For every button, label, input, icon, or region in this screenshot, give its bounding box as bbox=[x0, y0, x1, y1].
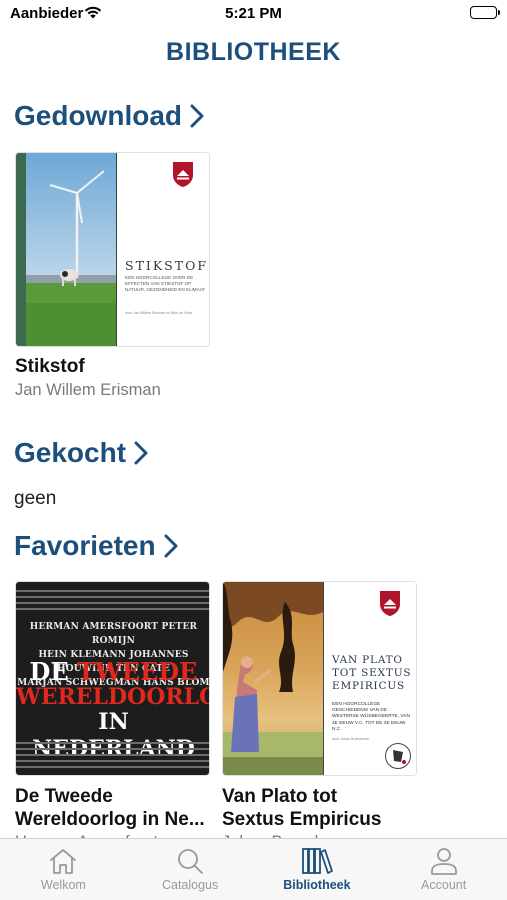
book-stikstof[interactable]: STIKSTOF Een hoorcollege over de effecte… bbox=[15, 152, 210, 399]
section-favorites-header[interactable]: Favorieten bbox=[14, 530, 178, 562]
book-tweede-wereldoorlog[interactable]: HERMAN AMERSFOORT PETER ROMIJN HEIN KLEM… bbox=[15, 581, 210, 851]
status-bar: Aanbieder 5:21 PM bbox=[0, 0, 507, 30]
cover-title-line: EMPIRICUS bbox=[332, 680, 405, 692]
cover-title-line2: WERELDOORLOG bbox=[16, 684, 209, 710]
cover-title: STIKSTOF bbox=[125, 258, 208, 273]
tab-catalogus[interactable]: Catalogus bbox=[127, 839, 254, 900]
tab-welkom[interactable]: Welkom bbox=[0, 839, 127, 900]
cover-text-panel: VAN PLATO TOT SEXTUS EMPIRICUS Een hoorc… bbox=[323, 582, 416, 775]
cover-title-line: TOT SEXTUS bbox=[332, 667, 412, 679]
cover-subtitle: Een hoorcollege over de effecten van sti… bbox=[125, 275, 206, 292]
section-purchased-title: Gekocht bbox=[14, 437, 127, 468]
tab-label: Welkom bbox=[40, 878, 86, 892]
house-icon bbox=[50, 849, 77, 874]
chevron-right-icon bbox=[190, 104, 204, 128]
section-purchased-header[interactable]: Gekocht bbox=[14, 437, 148, 469]
book-van-plato[interactable]: VAN PLATO TOT SEXTUS EMPIRICUS Een hoorc… bbox=[222, 581, 417, 851]
section-downloaded-header[interactable]: Gedownload bbox=[14, 100, 204, 132]
tab-label: Account bbox=[421, 878, 467, 892]
book-title: De Tweede bbox=[15, 786, 113, 807]
purchased-empty-text: geen bbox=[14, 488, 57, 509]
book-title-line2: Wereldoorlog in Ne... bbox=[15, 809, 205, 830]
section-favorites-title: Favorieten bbox=[14, 530, 156, 561]
tab-label: Bibliotheek bbox=[283, 878, 351, 892]
clock: 5:21 PM bbox=[225, 5, 282, 22]
book-cover: STIKSTOF Een hoorcollege over de effecte… bbox=[15, 152, 210, 347]
tab-bar: Welkom Catalogus Bibliotheek Account bbox=[0, 838, 507, 900]
cover-subtitle: Een hoorcollege geschiedenis van de west… bbox=[332, 702, 410, 732]
cover-image bbox=[16, 153, 116, 346]
cover-title-line: VAN PLATO bbox=[332, 654, 403, 666]
cover-title-part: DE bbox=[29, 657, 77, 686]
cover-title-line1: DE TWEEDE bbox=[16, 657, 209, 686]
publisher-seal bbox=[385, 743, 411, 769]
cover-byline: door Johan Braeckman bbox=[332, 737, 370, 741]
tab-label: Catalogus bbox=[161, 878, 219, 892]
book-cover: HERMAN AMERSFOORT PETER ROMIJN HEIN KLEM… bbox=[15, 581, 210, 776]
cover-author-line: HERMAN AMERSFOORT PETER ROMIJN bbox=[29, 622, 198, 646]
cover-text-panel: STIKSTOF Een hoorcollege over de effecte… bbox=[116, 153, 209, 346]
book-title: Stikstof bbox=[15, 356, 85, 377]
cover-image bbox=[223, 582, 323, 775]
magnifier-icon bbox=[178, 849, 204, 874]
shield-logo bbox=[173, 162, 193, 187]
book-title: Van Plato tot bbox=[222, 786, 338, 807]
section-downloaded-title: Gedownload bbox=[14, 100, 182, 131]
battery-icon bbox=[470, 6, 500, 19]
page-title: BIBLIOTHEEK bbox=[166, 38, 341, 66]
book-title-line2: Sextus Empiricus bbox=[222, 809, 382, 830]
tab-account[interactable]: Account bbox=[380, 839, 507, 900]
books-icon bbox=[301, 848, 333, 874]
shield-logo bbox=[380, 591, 400, 616]
person-icon bbox=[430, 848, 457, 875]
cover-title: VAN PLATO TOT SEXTUS EMPIRICUS bbox=[332, 654, 411, 693]
book-author: Jan Willem Erisman bbox=[15, 381, 161, 399]
tab-bibliotheek[interactable]: Bibliotheek bbox=[254, 839, 381, 900]
cover-title-part: TWEEDE bbox=[76, 657, 198, 686]
chevron-right-icon bbox=[134, 441, 148, 465]
book-cover: VAN PLATO TOT SEXTUS EMPIRICUS Een hoorc… bbox=[222, 581, 417, 776]
chevron-right-icon bbox=[164, 534, 178, 558]
cover-byline: door Jan Willem Erisman en Wim de Vries bbox=[125, 311, 193, 315]
